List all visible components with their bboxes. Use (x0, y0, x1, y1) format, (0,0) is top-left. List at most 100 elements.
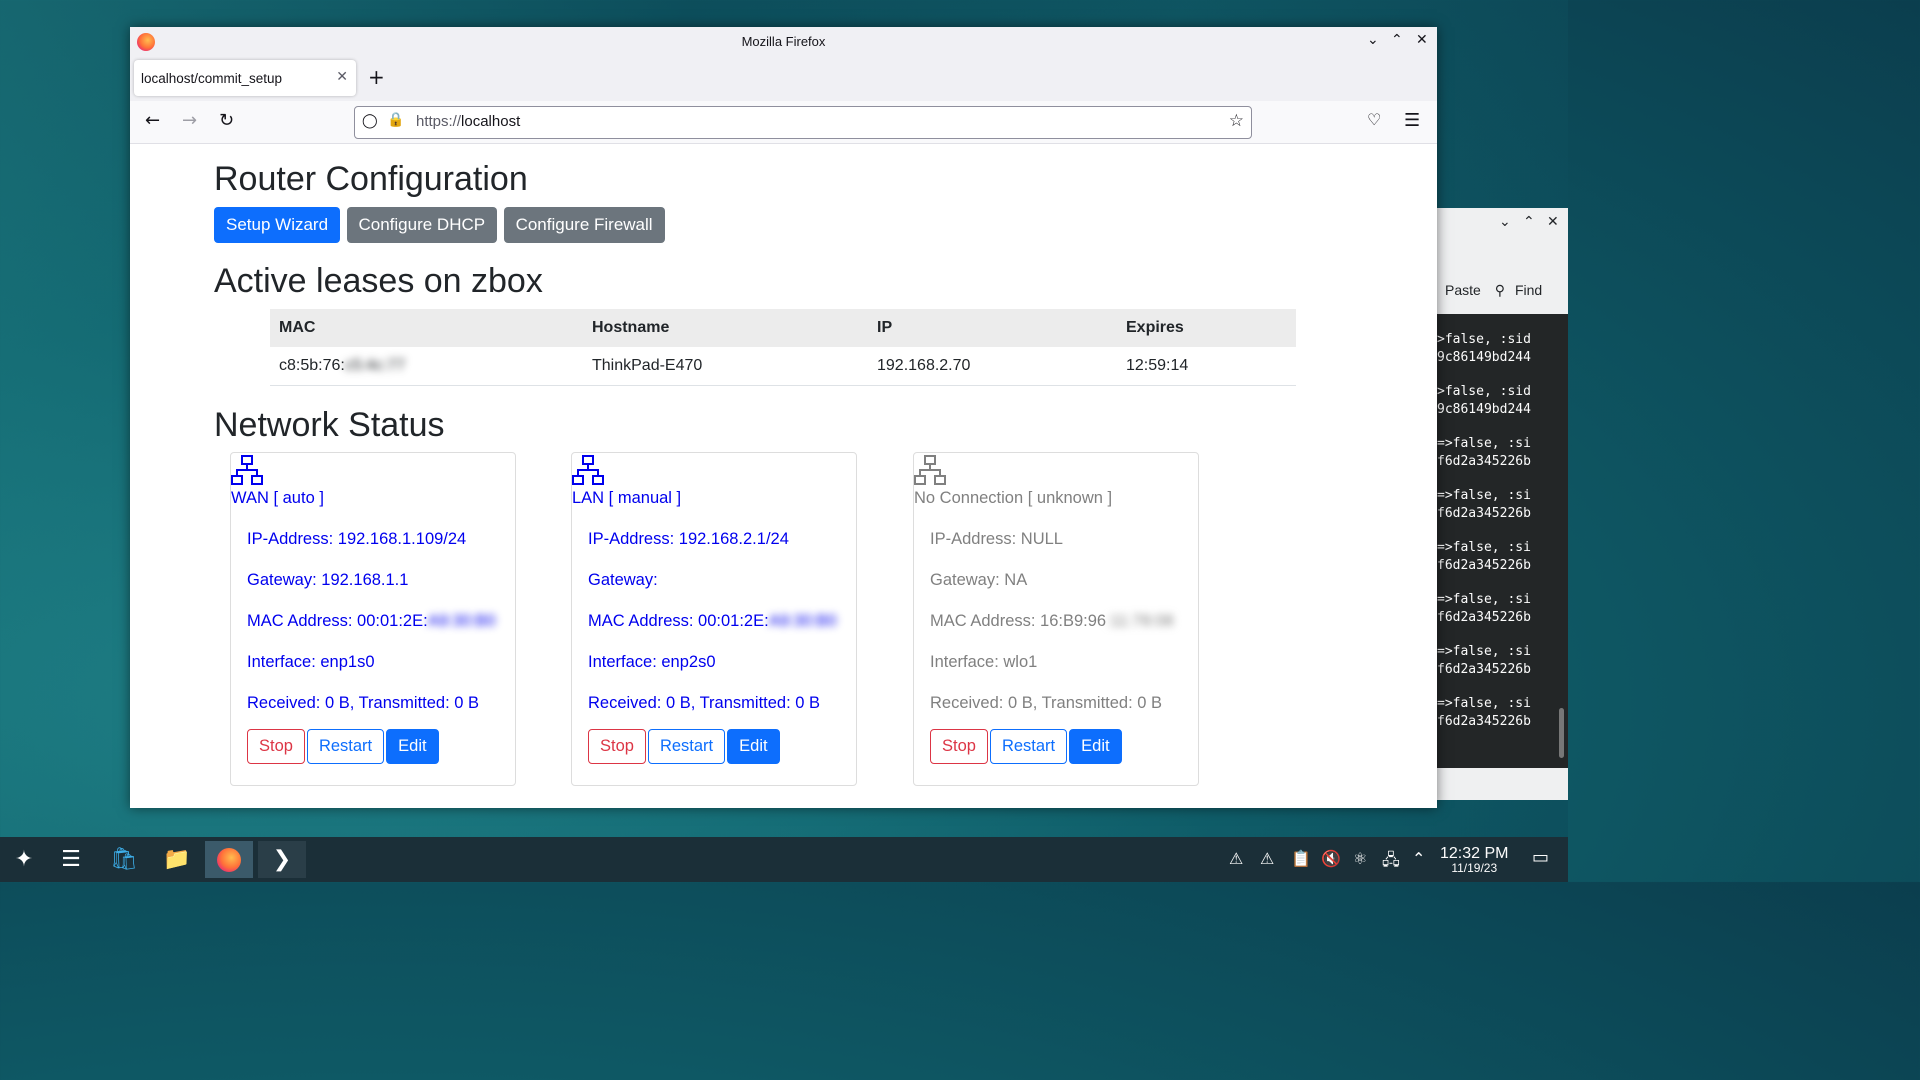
minimize-icon[interactable]: ⌄ (1499, 214, 1511, 230)
mac-visible: MAC Address: 00:01:2E: (247, 612, 428, 630)
file-manager-icon[interactable]: 📁 (153, 841, 201, 878)
terminal-line: =>false, :si (1437, 540, 1531, 555)
interface: Interface: enp1s0 (247, 653, 375, 671)
network-icon (914, 455, 946, 485)
maximize-icon[interactable]: ⌃ (1391, 32, 1403, 48)
traffic-stats: Received: 0 B, Transmitted: 0 B (588, 694, 821, 712)
firefox-taskbar-icon[interactable] (205, 841, 253, 878)
navigation-toolbar: ← → ↻ ◯ 🔒 https://localhost ☆ ♡ ☰ (130, 101, 1437, 144)
terminal-window[interactable]: ⌄ ⌃ ✕ Paste ⚲ Find >false, :sid 9c86149bd2… (1437, 208, 1568, 800)
app-launcher-icon[interactable]: ✦ (0, 841, 48, 878)
edit-button[interactable]: Edit (727, 729, 780, 764)
interface: Interface: enp2s0 (588, 653, 716, 671)
restart-button[interactable]: Restart (306, 729, 385, 764)
url-host: localhost (461, 113, 521, 130)
config-nav: Setup Wizard Configure DHCP Configure Fi… (214, 207, 667, 243)
card-title: No Connection [ unknown ] (914, 489, 1113, 507)
new-tab-button[interactable]: + (368, 65, 385, 89)
terminal-line: >false, :sid (1437, 384, 1531, 399)
discover-store-icon[interactable]: 🛍 (100, 841, 148, 878)
restart-button[interactable]: Restart (989, 729, 1068, 764)
stop-button[interactable]: Stop (247, 729, 305, 764)
tray-expand-icon[interactable]: ⌃ (1412, 849, 1425, 868)
search-icon[interactable]: ⚲ (1495, 282, 1505, 298)
terminal-titlebar[interactable]: ⌄ ⌃ ✕ (1437, 208, 1568, 236)
terminal-line: =>false, :si (1437, 696, 1531, 711)
bookmark-star-icon[interactable]: ☆ (1229, 111, 1244, 131)
mac-address: MAC Address: 16:B9:96:11:78:08 (930, 612, 1174, 631)
setup-wizard-button[interactable]: Setup Wizard (214, 207, 341, 243)
show-desktop-icon[interactable]: ▭ (1532, 847, 1549, 868)
maximize-icon[interactable]: ⌃ (1523, 214, 1535, 230)
firefox-window[interactable]: Mozilla Firefox ⌄ ⌃ ✕ localhost/commit_s… (130, 27, 1437, 808)
reload-button[interactable]: ↻ (219, 110, 234, 131)
paste-button[interactable]: Paste (1445, 282, 1481, 298)
column-header-hostname: Hostname (583, 309, 868, 347)
mac-address: MAC Address: 00:01:2E:A9:30:B0 (247, 612, 496, 631)
taskbar: ✦ ☰ 🛍 📁 ❯ ⚠ ⚠ 📋 🔇 ⚛ 🖧 ⌃ 12:32 PM 11/19/2… (0, 837, 1568, 882)
mac-visible: MAC Address: 00:01:2E: (588, 612, 769, 630)
terminal-output[interactable]: >false, :sid 9c86149bd244 >false, :sid 9c86… (1437, 314, 1568, 768)
tab-close-icon[interactable]: ✕ (336, 69, 348, 85)
traffic-stats: Received: 0 B, Transmitted: 0 B (930, 694, 1163, 712)
network-card: WAN [ auto ] IP-Address: 192.168.1.109/24… (230, 452, 516, 786)
mac-redacted: A9:30:B0 (768, 612, 837, 630)
card-actions: Stop Restart Edit (930, 729, 1124, 764)
clipboard-icon[interactable]: 📋 (1291, 849, 1311, 868)
tab-commit-setup[interactable]: localhost/commit_setup ✕ (134, 60, 356, 96)
window-titlebar[interactable]: Mozilla Firefox ⌄ ⌃ ✕ (130, 27, 1437, 57)
column-header-mac: MAC (270, 309, 583, 347)
bluetooth-icon[interactable]: ⚛ (1353, 849, 1367, 868)
terminal-line: =>false, :si (1437, 488, 1531, 503)
terminal-line: f6d2a345226b (1437, 558, 1531, 573)
updates-icon[interactable]: ⚠ (1260, 849, 1274, 868)
mac-redacted: A9:30:B0 (427, 612, 496, 630)
terminal-scrollbar[interactable] (1559, 708, 1564, 758)
tab-bar: localhost/commit_setup ✕ + (130, 57, 1437, 101)
url-text[interactable]: https://localhost (416, 113, 520, 130)
url-bar[interactable]: ◯ 🔒 https://localhost ☆ (354, 106, 1252, 139)
forward-button[interactable]: → (182, 110, 197, 131)
restart-button[interactable]: Restart (647, 729, 726, 764)
clock[interactable]: 12:32 PM 11/19/23 (1440, 845, 1508, 875)
close-icon[interactable]: ✕ (1416, 32, 1428, 48)
menu-icon[interactable]: ☰ (1404, 110, 1420, 131)
terminal-line: f6d2a345226b (1437, 610, 1531, 625)
page-content: Router Configuration Setup Wizard Config… (130, 144, 1437, 808)
network-icon[interactable]: 🖧 (1382, 849, 1400, 876)
gateway: Gateway: 192.168.1.1 (247, 571, 409, 589)
configure-dhcp-button[interactable]: Configure DHCP (346, 207, 498, 243)
edit-button[interactable]: Edit (1069, 729, 1122, 764)
leases-table: MAC Hostname IP Expires c8:5b:76:c5:4c:7… (270, 309, 1296, 386)
table-row: c8:5b:76:c5:4c:77 ThinkPad-E470 192.168.… (270, 347, 1296, 386)
system-settings-icon[interactable]: ☰ (47, 841, 95, 878)
find-button[interactable]: Find (1515, 282, 1542, 298)
notifications-icon[interactable]: ⚠ (1229, 849, 1243, 868)
volume-muted-icon[interactable]: 🔇 (1321, 849, 1341, 868)
pocket-icon[interactable]: ♡ (1367, 110, 1381, 129)
card-actions: Stop Restart Edit (247, 729, 441, 764)
stop-button[interactable]: Stop (930, 729, 988, 764)
edit-button[interactable]: Edit (386, 729, 439, 764)
shield-icon[interactable]: ◯ (362, 113, 378, 129)
configure-firewall-button[interactable]: Configure Firewall (503, 207, 665, 243)
terminal-taskbar-icon[interactable]: ❯ (258, 841, 306, 878)
mac-redacted: :11:78:08 (1106, 612, 1174, 630)
network-status-heading: Network Status (214, 406, 445, 444)
terminal-line: 9c86149bd244 (1437, 350, 1531, 365)
network-card: No Connection [ unknown ] IP-Address: NUL… (913, 452, 1199, 786)
terminal-line: >false, :sid (1437, 332, 1531, 347)
terminal-line: =>false, :si (1437, 436, 1531, 451)
lock-icon[interactable]: 🔒 (387, 112, 404, 128)
close-icon[interactable]: ✕ (1547, 214, 1559, 230)
lease-mac-redacted: c5:4c:77 (344, 357, 406, 374)
page-title: Router Configuration (214, 160, 528, 198)
network-icon (572, 455, 604, 485)
stop-button[interactable]: Stop (588, 729, 646, 764)
back-button[interactable]: ← (145, 110, 160, 131)
minimize-icon[interactable]: ⌄ (1367, 32, 1379, 48)
terminal-line: 9c86149bd244 (1437, 402, 1531, 417)
lease-expires: 12:59:14 (1117, 347, 1296, 386)
gateway: Gateway: NA (930, 571, 1028, 589)
card-actions: Stop Restart Edit (588, 729, 782, 764)
